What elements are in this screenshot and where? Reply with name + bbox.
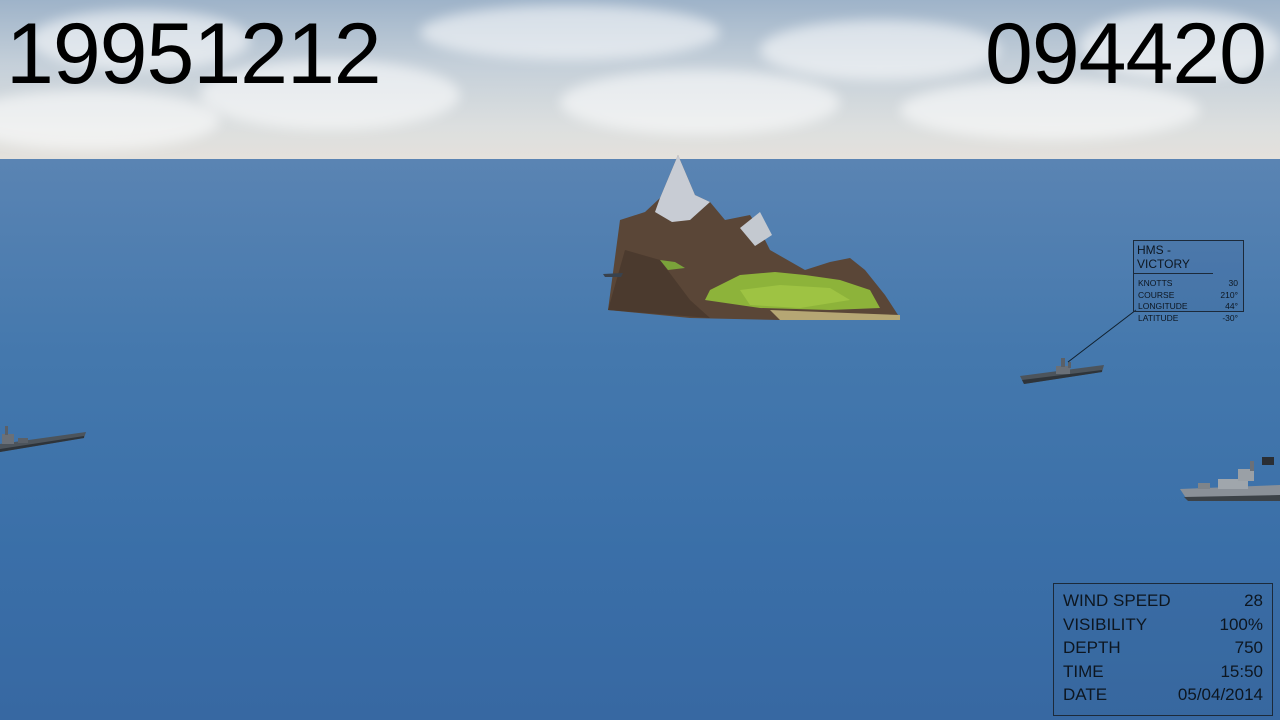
ship-right[interactable] [1178,455,1280,507]
env-value: 05/04/2014 [1177,685,1263,704]
env-row-wind-speed: WIND SPEED 28 [1063,589,1263,613]
ship-field-label: LONGITUDE [1138,301,1188,311]
overlay-time-code: 094420 [985,6,1267,102]
ship-distant[interactable] [603,270,623,278]
ship-field-value: -30° [1222,312,1238,323]
env-label: DEPTH [1063,638,1121,657]
env-value: 28 [1244,591,1263,610]
ship-field-value: 210° [1220,289,1238,300]
env-row-visibility: VISIBILITY 100% [1063,613,1263,637]
env-row-time: TIME 15:50 [1063,660,1263,684]
ship-hms-victory[interactable] [1018,352,1108,390]
island [608,155,900,320]
env-row-depth: DEPTH 750 [1063,636,1263,660]
ship-name: HMS - VICTORY [1134,241,1213,274]
ship-field-label: COURSE [1138,289,1175,300]
env-value: 750 [1234,638,1263,657]
ship-field-value: 44° [1225,301,1238,311]
ship-field-value: 30 [1228,278,1238,288]
ship-info-panel[interactable]: HMS - VICTORY KNOTTS 30 COURSE 210° LONG… [1133,240,1244,323]
env-label: DATE [1063,685,1108,704]
env-label: VISIBILITY [1063,614,1148,634]
environment-panel: WIND SPEED 28 VISIBILITY 100% DEPTH 750 … [1053,583,1273,716]
ship-field-course: COURSE 210° [1134,290,1243,302]
env-value: 100% [1219,614,1263,634]
overlay-date-code: 19951212 [6,6,382,102]
ship-field-label: LATITUDE [1138,312,1179,323]
env-row-date: DATE 05/04/2014 [1063,683,1263,707]
ship-left[interactable] [0,422,90,456]
env-value: 15:50 [1220,661,1263,681]
ship-field-longitude: LONGITUDE 44° [1134,301,1243,313]
ship-field-latitude: LATITUDE -30° [1134,313,1243,325]
ship-field-label: KNOTTS [1138,278,1173,288]
env-label: TIME [1063,661,1104,681]
env-label: WIND SPEED [1063,591,1171,610]
ship-field-knotts: KNOTTS 30 [1134,278,1243,290]
